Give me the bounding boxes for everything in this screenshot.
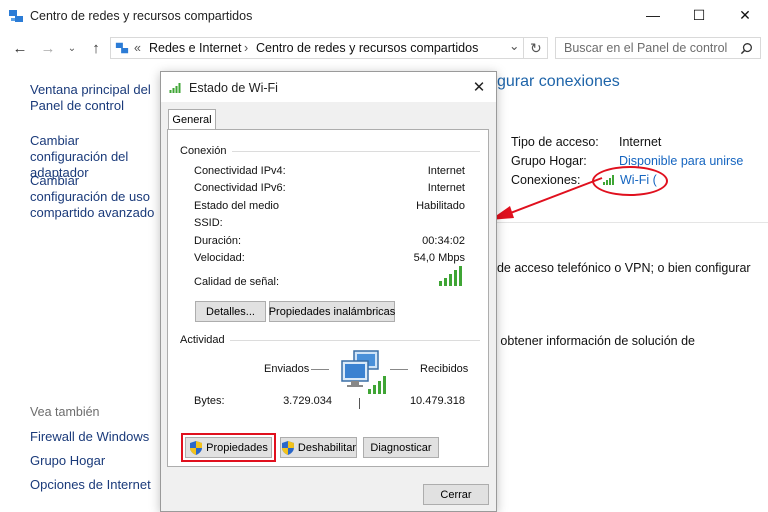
- ipv4-value: Internet: [427, 165, 465, 177]
- network-center-icon: [9, 10, 23, 22]
- bytes-sent-value: 3.729.034: [283, 395, 332, 407]
- sidebar-link-panel-principal[interactable]: Ventana principal del Panel de control: [30, 82, 160, 114]
- sidebar-link-internet-options[interactable]: Opciones de Internet: [30, 477, 151, 493]
- wifi-signal-icon: [169, 83, 181, 93]
- general-tab-panel: Conexión Conectividad IPv4: Internet Con…: [167, 129, 489, 467]
- received-label: Recibidos: [420, 363, 469, 375]
- chevron-down-icon[interactable]: ⌄: [509, 38, 519, 53]
- wifi-status-dialog: Estado de Wi-Fi ✕ General Conexión Conec…: [160, 71, 497, 512]
- bytes-divider: [359, 398, 360, 409]
- access-type-label: Tipo de acceso:: [511, 135, 599, 149]
- sent-label: Enviados: [264, 363, 310, 375]
- search-input[interactable]: Buscar en el Panel de control: [564, 41, 727, 55]
- bytes-label: Bytes:: [194, 395, 225, 407]
- duration-value: 00:34:02: [422, 235, 465, 247]
- sent-line: [311, 369, 329, 370]
- search-box[interactable]: Buscar en el Panel de control: [555, 37, 761, 59]
- annotation-arrow: [490, 177, 603, 220]
- ssid-label: SSID:: [194, 217, 223, 229]
- signal-quality-label: Calidad de señal:: [194, 276, 280, 288]
- disable-button[interactable]: Deshabilitar: [280, 437, 357, 458]
- close-button[interactable]: ✕: [722, 0, 768, 30]
- ipv6-label: Conectividad IPv6:: [194, 182, 286, 194]
- maximize-button[interactable]: ☐: [676, 0, 722, 30]
- back-button[interactable]: ←: [8, 36, 32, 60]
- highlight-box: [181, 433, 276, 462]
- media-state-label: Estado del medio: [194, 200, 279, 212]
- ipv4-label: Conectividad IPv4:: [194, 165, 286, 177]
- address-bar[interactable]: « Redes e Internet › Centro de redes y r…: [110, 37, 548, 59]
- disable-button-label: Deshabilitar: [297, 441, 356, 454]
- dialog-title: Estado de Wi-Fi: [189, 81, 278, 95]
- search-icon[interactable]: [740, 42, 753, 55]
- close-dialog-button[interactable]: Cerrar: [423, 484, 489, 505]
- activity-group-label: Actividad: [180, 334, 225, 346]
- breadcrumb-centro-redes[interactable]: Centro de redes y recursos compartidos: [256, 41, 478, 55]
- troubleshoot-text: u obtener información de solución de: [490, 334, 695, 348]
- connection-group-label: Conexión: [180, 145, 227, 157]
- configure-connections-heading[interactable]: gurar conexiones: [497, 73, 620, 91]
- breadcrumb-redes-internet[interactable]: Redes e Internet: [149, 41, 241, 55]
- group-divider: [232, 151, 480, 152]
- received-line: [390, 369, 408, 370]
- speed-value: 54,0 Mbps: [413, 252, 465, 264]
- title-bar: Centro de redes y recursos compartidos —…: [0, 0, 768, 32]
- access-type-value: Internet: [619, 135, 662, 149]
- diagnose-button[interactable]: Diagnosticar: [363, 437, 439, 458]
- wireless-properties-button[interactable]: Propiedades inalámbricas: [269, 301, 395, 322]
- group-divider: [230, 340, 480, 341]
- ipv6-value: Internet: [427, 182, 465, 194]
- details-button[interactable]: Detalles...: [195, 301, 266, 322]
- sidebar-link-homegroup[interactable]: Grupo Hogar: [30, 453, 105, 469]
- minimize-button[interactable]: —: [630, 0, 676, 30]
- duration-label: Duración:: [194, 235, 242, 247]
- sidebar-link-firewall[interactable]: Firewall de Windows: [30, 429, 149, 445]
- breadcrumb-overflow[interactable]: «: [134, 41, 141, 55]
- forward-button[interactable]: →: [36, 36, 60, 60]
- tab-general[interactable]: General: [168, 109, 216, 130]
- refresh-icon[interactable]: ↻: [530, 40, 542, 57]
- setup-connection-text: , de acceso telefónico o VPN; o bien con…: [490, 261, 751, 275]
- breadcrumb-separator: ›: [244, 41, 249, 55]
- shield-icon: [281, 440, 294, 455]
- dialog-close-button[interactable]: ✕: [467, 76, 491, 98]
- media-state-value: Habilitado: [416, 200, 465, 212]
- recent-locations-icon[interactable]: ⌄: [60, 36, 84, 60]
- up-button[interactable]: ↑: [84, 36, 108, 60]
- network-computers-icon: [341, 350, 386, 394]
- sidebar-link-sharing[interactable]: Cambiar configuración de uso compartido …: [30, 173, 160, 221]
- homegroup-label: Grupo Hogar:: [511, 154, 587, 168]
- speed-label: Velocidad:: [194, 252, 245, 264]
- dialog-title-bar: Estado de Wi-Fi ✕: [161, 72, 496, 102]
- window-title: Centro de redes y recursos compartidos: [30, 9, 253, 23]
- network-center-icon: [115, 42, 129, 54]
- signal-bars-icon: [439, 266, 462, 286]
- bytes-received-value: 10.479.318: [409, 395, 465, 407]
- address-divider: [523, 38, 524, 58]
- see-also-heading: Vea también: [30, 405, 100, 419]
